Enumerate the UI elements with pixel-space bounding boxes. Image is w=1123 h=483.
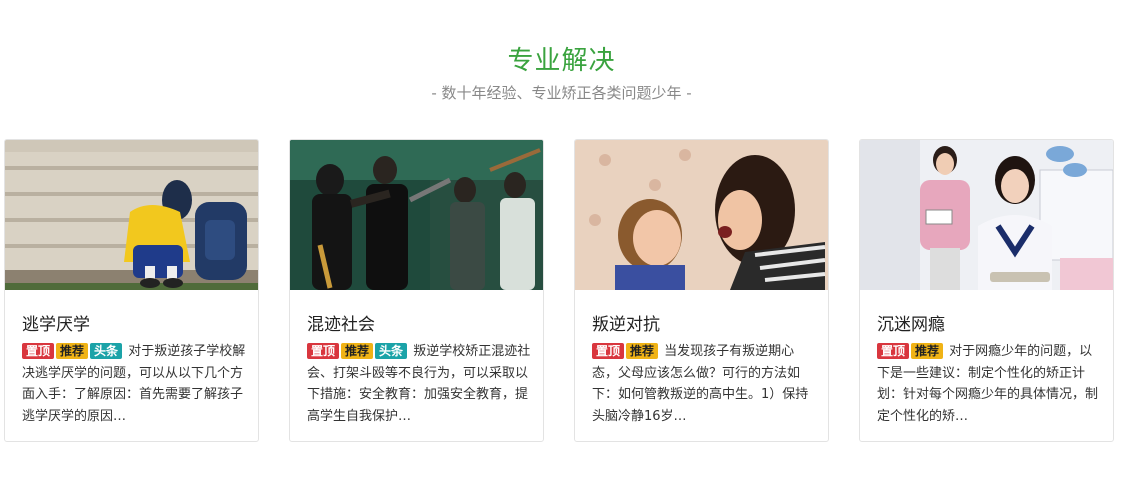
section-title: 专业解决: [507, 46, 616, 76]
card-image-truancy[interactable]: [5, 140, 258, 290]
card-title[interactable]: 叛逆对抗: [592, 310, 660, 335]
card-street-gangs[interactable]: 混迹社会 置顶 推荐 头条 叛逆学校矫正混迹社会、打架斗殴等不良行为，可以采取以下措…: [289, 139, 544, 442]
tag-recommended: 推荐: [626, 343, 659, 359]
card-description: 置顶 推荐 对于网瘾少年的问题，以下是一些建议：制定个性化的矫正计划：针对每个网瘾…: [877, 341, 1101, 427]
tag-headline: 头条: [375, 343, 408, 359]
tag-pinned: 置顶: [22, 343, 55, 359]
card-internet-addiction[interactable]: 沉迷网瘾 置顶 推荐 对于网瘾少年的问题，以下是一些建议：制定个性化的矫正计划：针…: [859, 139, 1114, 442]
card-title[interactable]: 逃学厌学: [22, 310, 90, 335]
tag-pinned: 置顶: [307, 343, 340, 359]
tag-pinned: 置顶: [877, 343, 910, 359]
card-description: 置顶 推荐 当发现孩子有叛逆期心态，父母应该怎么做？可行的方法如下：如何管教叛逆的…: [592, 341, 816, 427]
tag-pinned: 置顶: [592, 343, 625, 359]
card-truancy[interactable]: 逃学厌学 置顶 推荐 头条 对于叛逆孩子学校解决逃学厌学的问题，可以从以下几个方面入…: [4, 139, 259, 442]
card-image-rebellion[interactable]: [575, 140, 828, 290]
card-list: 逃学厌学 置顶 推荐 头条 对于叛逆孩子学校解决逃学厌学的问题，可以从以下几个方面入…: [4, 139, 1115, 443]
card-image-street-gangs[interactable]: [290, 140, 543, 290]
tag-recommended: 推荐: [56, 343, 89, 359]
tag-headline: 头条: [90, 343, 123, 359]
card-description-text: 当发现孩子有叛逆期心态，父母应该怎么做？可行的方法如下：如何管教叛逆的高中生。1…: [592, 344, 809, 424]
card-title[interactable]: 混迹社会: [307, 310, 375, 335]
card-image-internet-addiction[interactable]: [860, 140, 1113, 290]
card-description: 置顶 推荐 头条 叛逆学校矫正混迹社会、打架斗殴等不良行为，可以采取以下措施：安全教…: [307, 341, 531, 427]
tag-recommended: 推荐: [911, 343, 944, 359]
card-rebellion[interactable]: 叛逆对抗 置顶 推荐 当发现孩子有叛逆期心态，父母应该怎么做？可行的方法如下：如何…: [574, 139, 829, 442]
card-description: 置顶 推荐 头条 对于叛逆孩子学校解决逃学厌学的问题，可以从以下几个方面入手：了解原…: [22, 341, 246, 427]
tag-recommended: 推荐: [341, 343, 374, 359]
card-title[interactable]: 沉迷网瘾: [877, 310, 945, 335]
section-subtitle: - 数十年经验、专业矫正各类问题少年 -: [431, 84, 692, 102]
